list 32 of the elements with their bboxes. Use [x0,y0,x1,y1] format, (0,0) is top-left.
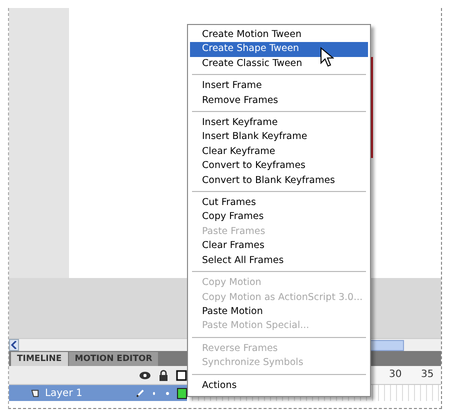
menu-item[interactable]: Cut Frames [190,196,368,210]
menu-item[interactable]: Insert Keyframe [190,116,368,130]
layer-icon [31,388,40,398]
menu-item[interactable]: Remove Frames [190,94,368,108]
lock-icon[interactable] [159,370,168,380]
dot-icon[interactable] [152,392,156,394]
scroll-left-button[interactable] [9,339,19,351]
layer-name: Layer 1 [44,388,84,398]
menu-item[interactable]: Paste Motion [190,304,368,320]
panel-tab[interactable]: MOTION EDITOR [68,352,158,366]
menu-item[interactable]: Copy Frames [190,210,368,225]
menu-item[interactable]: Clear Frames [190,239,368,254]
panel-tab[interactable]: TIMELINE [11,352,68,366]
menu-item[interactable]: Create Motion Tween [190,28,368,42]
menu-item[interactable]: Create Classic Tween [190,56,368,72]
color-swatch[interactable] [176,388,187,398]
menu-item[interactable]: Select All Frames [190,254,368,268]
menu-item[interactable]: Insert Blank Keyframe [190,130,368,145]
frame-number: 35 [421,369,434,380]
scroll-thumb[interactable] [369,340,404,351]
menu-item[interactable]: Convert to Keyframes [190,159,368,174]
cursor-icon [320,47,334,67]
menu-item[interactable]: Clear Keyframe [190,144,368,160]
pencil-icon [136,388,145,398]
frame-number: 30 [389,369,402,380]
dot-icon[interactable] [166,392,169,394]
menu-item[interactable]: Insert Frame [190,79,368,94]
menu-item[interactable]: Create Shape Tween [190,42,368,57]
eye-icon[interactable] [139,370,151,380]
menu-item[interactable]: Actions [190,378,368,393]
outline-icon[interactable] [176,370,187,380]
menu-item[interactable]: Convert to Blank Keyframes [190,174,368,188]
